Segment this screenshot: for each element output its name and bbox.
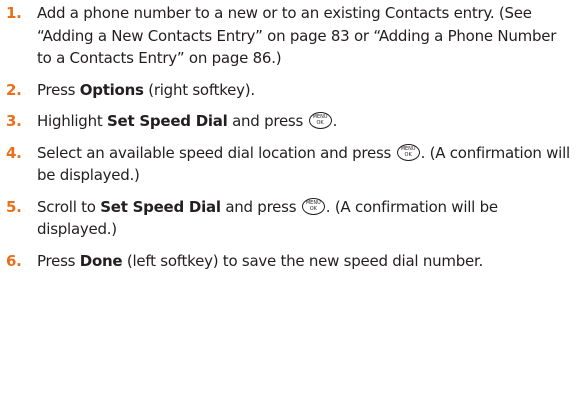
step-number: 2. <box>6 80 22 99</box>
menu-ok-key-icon <box>396 143 420 161</box>
step-text-post: (left softkey) to save the new speed dia… <box>122 251 484 270</box>
step-1: 1. Add a phone number to a new or to an … <box>0 2 579 70</box>
set-speed-dial-label: Set Speed Dial <box>107 112 228 130</box>
step-text-pre: Select an available speed dial location … <box>37 143 396 162</box>
step-number: 1. <box>6 4 22 22</box>
step-4: 4. Select an available speed dial locati… <box>0 142 579 187</box>
menu-ok-key-icon <box>301 197 325 215</box>
step-text-pre: Scroll to <box>37 197 101 216</box>
done-softkey-label: Done <box>79 251 123 270</box>
step-2: 2. Press Options (right softkey). <box>0 79 579 102</box>
step-text-post: (right softkey). <box>143 80 255 99</box>
step-number: 4. <box>6 143 22 162</box>
options-softkey-label: Options <box>79 80 144 99</box>
step-5: 5. Scroll to Set Speed Dial and press . … <box>0 196 579 241</box>
instruction-steps: 1. Add a phone number to a new or to an … <box>0 2 579 281</box>
step-text-pre: Press <box>37 80 80 99</box>
step-number: 6. <box>6 251 22 270</box>
step-number: 5. <box>6 197 22 216</box>
step-3: 3. Highlight Set Speed Dial and press . <box>0 110 579 133</box>
menu-ok-key-icon <box>308 112 332 129</box>
step-text-post: . <box>332 112 338 130</box>
step-text-pre: Press <box>37 251 80 270</box>
step-6: 6. Press Done (left softkey) to save the… <box>0 250 579 273</box>
set-speed-dial-label: Set Speed Dial <box>100 197 221 216</box>
step-text-pre: Highlight <box>37 112 107 130</box>
step-text-mid: and press <box>220 197 301 216</box>
step-text: Add a phone number to a new or to an exi… <box>37 4 557 67</box>
step-number: 3. <box>6 112 22 130</box>
step-text-mid: and press <box>227 112 308 130</box>
